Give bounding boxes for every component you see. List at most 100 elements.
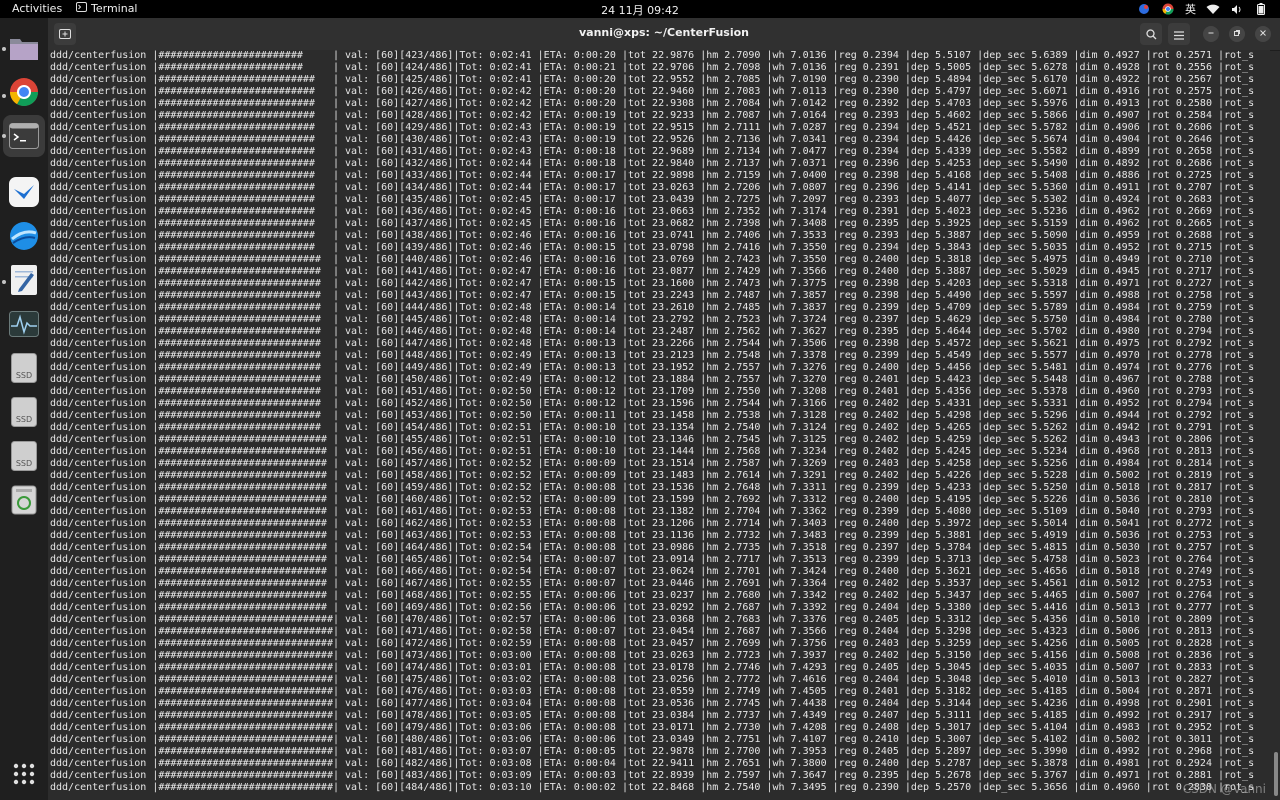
terminal-line: ddd/centerfusion |######################… <box>50 242 1255 253</box>
close-button[interactable] <box>1255 26 1271 42</box>
new-tab-icon <box>59 25 71 44</box>
app-menu-label: Terminal <box>91 2 138 15</box>
terminal-line: ddd/centerfusion |######################… <box>50 386 1255 397</box>
terminal-line: ddd/centerfusion |######################… <box>50 770 1255 781</box>
chrome-tray-icon[interactable] <box>1161 2 1175 16</box>
terminal-line: ddd/centerfusion |######################… <box>50 50 1255 61</box>
running-indicator <box>2 280 6 284</box>
terminal-line: ddd/centerfusion |######################… <box>50 278 1255 289</box>
terminal-output[interactable]: ddd/centerfusion |######################… <box>48 50 1270 800</box>
terminal-line: ddd/centerfusion |######################… <box>50 206 1255 217</box>
minimize-icon <box>1207 29 1215 40</box>
text-editor-icon[interactable] <box>8 264 40 296</box>
system-monitor-icon[interactable] <box>8 308 40 340</box>
terminal-line: ddd/centerfusion |######################… <box>50 122 1255 133</box>
ssd-drive-icon[interactable]: SSD <box>8 352 40 384</box>
terminal-line: ddd/centerfusion |######################… <box>50 530 1255 541</box>
input-method-indicator[interactable]: 英 <box>1185 1 1196 17</box>
minimize-button[interactable] <box>1203 26 1219 42</box>
ssd-drive-icon[interactable]: SSD <box>8 396 40 428</box>
terminal-line: ddd/centerfusion |######################… <box>50 314 1255 325</box>
files-icon[interactable] <box>8 32 40 64</box>
terminal-line: ddd/centerfusion |######################… <box>50 266 1255 277</box>
terminal-icon[interactable] <box>8 120 40 152</box>
window-title: vanni@xps: ~/CenterFusion <box>578 26 750 39</box>
svg-text:SSD: SSD <box>16 415 32 424</box>
hamburger-icon <box>1174 25 1184 44</box>
terminal-line: ddd/centerfusion |######################… <box>50 290 1255 301</box>
terminal-line: ddd/centerfusion |######################… <box>50 98 1255 109</box>
restore-icon <box>1233 29 1241 40</box>
terminal-line: ddd/centerfusion |######################… <box>50 602 1255 613</box>
terminal-line: ddd/centerfusion |######################… <box>50 590 1255 601</box>
terminal-line: ddd/centerfusion |######################… <box>50 134 1255 145</box>
terminal-line: ddd/centerfusion |######################… <box>50 362 1255 373</box>
terminal-line: ddd/centerfusion |######################… <box>50 74 1255 85</box>
battery-icon[interactable] <box>1254 2 1268 16</box>
activities-button[interactable]: Activities <box>12 2 62 15</box>
running-indicator <box>2 94 6 98</box>
show-apps-icon[interactable] <box>8 758 40 790</box>
terminal-line: ddd/centerfusion |######################… <box>50 398 1255 409</box>
terminal-line: ddd/centerfusion |######################… <box>50 194 1255 205</box>
search-button[interactable] <box>1140 23 1162 45</box>
maximize-button[interactable] <box>1229 26 1245 42</box>
terminal-line: ddd/centerfusion |######################… <box>50 662 1255 673</box>
terminal-line: ddd/centerfusion |######################… <box>50 494 1255 505</box>
terminal-line: ddd/centerfusion |######################… <box>50 350 1255 361</box>
svg-text:SSD: SSD <box>16 459 32 468</box>
terminal-line: ddd/centerfusion |######################… <box>50 746 1255 757</box>
terminal-line: ddd/centerfusion |######################… <box>50 638 1255 649</box>
terminal-line: ddd/centerfusion |######################… <box>50 650 1255 661</box>
trash-icon[interactable] <box>8 484 40 516</box>
scrollbar[interactable] <box>1274 752 1278 796</box>
terminal-line: ddd/centerfusion |######################… <box>50 218 1255 229</box>
terminal-line: ddd/centerfusion |######################… <box>50 710 1255 721</box>
terminal-line: ddd/centerfusion |######################… <box>50 506 1255 517</box>
terminal-line: ddd/centerfusion |######################… <box>50 422 1255 433</box>
terminal-window: vanni@xps: ~/CenterFusion ddd/centerfusi… <box>48 18 1280 800</box>
top-bar: Activities Terminal 24 11月 09:42 英 <box>0 0 1280 18</box>
mail-icon[interactable] <box>8 176 40 208</box>
watermark: CSDN @Vanni <box>1182 782 1266 796</box>
terminal-line: ddd/centerfusion |######################… <box>50 158 1255 169</box>
running-indicator <box>2 47 6 51</box>
dock: SSD SSD SSD <box>0 18 48 800</box>
chrome-icon[interactable] <box>8 76 40 108</box>
volume-icon[interactable] <box>1230 2 1244 16</box>
terminal-line: ddd/centerfusion |######################… <box>50 554 1255 565</box>
browser-icon[interactable] <box>8 220 40 252</box>
terminal-line: ddd/centerfusion |######################… <box>50 338 1255 349</box>
terminal-line: ddd/centerfusion |######################… <box>50 734 1255 745</box>
svg-text:SSD: SSD <box>16 371 32 380</box>
wifi-icon[interactable] <box>1206 2 1220 16</box>
terminal-line: ddd/centerfusion |######################… <box>50 542 1255 553</box>
terminal-line: ddd/centerfusion |######################… <box>50 458 1255 469</box>
terminal-line: ddd/centerfusion |######################… <box>50 254 1255 265</box>
terminal-line: ddd/centerfusion |######################… <box>50 518 1255 529</box>
app-menu[interactable]: Terminal <box>76 2 138 15</box>
new-tab-button[interactable] <box>54 23 76 45</box>
terminal-line: ddd/centerfusion |######################… <box>50 782 1255 793</box>
terminal-line: ddd/centerfusion |######################… <box>50 170 1255 181</box>
terminal-line: ddd/centerfusion |######################… <box>50 410 1255 421</box>
terminal-line: ddd/centerfusion |######################… <box>50 326 1255 337</box>
close-icon <box>1259 29 1267 40</box>
terminal-line: ddd/centerfusion |######################… <box>50 446 1255 457</box>
terminal-line: ddd/centerfusion |######################… <box>50 578 1255 589</box>
terminal-line: ddd/centerfusion |######################… <box>50 374 1255 385</box>
terminal-line: ddd/centerfusion |######################… <box>50 674 1255 685</box>
running-indicator <box>2 134 6 138</box>
terminal-line: ddd/centerfusion |######################… <box>50 626 1255 637</box>
terminal-line: ddd/centerfusion |######################… <box>50 86 1255 97</box>
system-tray[interactable]: 英 <box>1137 1 1268 17</box>
terminal-line: ddd/centerfusion |######################… <box>50 302 1255 313</box>
terminal-line: ddd/centerfusion |######################… <box>50 698 1255 709</box>
clock[interactable]: 24 11月 09:42 <box>601 4 679 17</box>
terminal-line: ddd/centerfusion |######################… <box>50 566 1255 577</box>
ssd-drive-icon[interactable]: SSD <box>8 440 40 472</box>
app-indicator-icon[interactable] <box>1137 2 1151 16</box>
menu-button[interactable] <box>1168 23 1190 45</box>
terminal-line: ddd/centerfusion |######################… <box>50 110 1255 121</box>
terminal-line: ddd/centerfusion |######################… <box>50 758 1255 769</box>
